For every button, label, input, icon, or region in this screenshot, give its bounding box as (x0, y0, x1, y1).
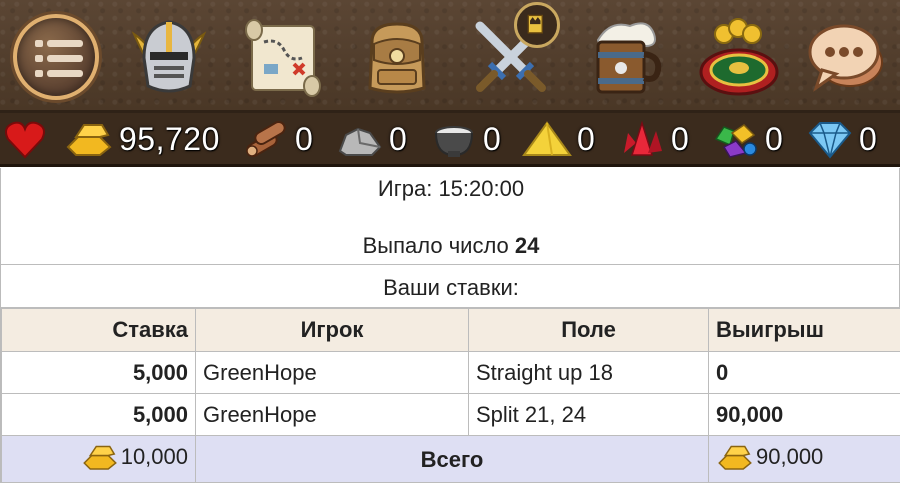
game-time: Игра: 15:20:00 (377, 176, 525, 201)
red-crystal-icon (624, 120, 662, 156)
crown-banner-icon[interactable] (514, 2, 560, 48)
header-player: Игрок (195, 308, 469, 352)
table-total-row: 10,000 Всего 90,000 (1, 435, 900, 484)
table-row: 5,000 GreenHope Split 21, 24 90,000 (1, 393, 900, 436)
stone-icon (338, 127, 382, 156)
row-stake: 5,000 (132, 359, 188, 385)
resource-crystal: 0 (618, 119, 689, 159)
wood-logs-icon (246, 121, 286, 157)
sulfur-pile-icon (522, 121, 572, 156)
health-heart-icon (4, 119, 46, 159)
cauldron-icon (435, 126, 473, 157)
bets-title: Ваши ставки: (383, 275, 519, 300)
tavern-mug-icon[interactable] (580, 12, 670, 102)
gold-bars-icon (66, 124, 112, 156)
diamonds-amount: 0 (859, 120, 878, 157)
chat-bubble-icon[interactable] (802, 12, 892, 102)
row-field: Split 21, 24 (468, 393, 709, 436)
result-line: Выпало число 24 (1, 233, 900, 259)
resource-gems: 0 (712, 119, 783, 159)
diamond-icon (808, 122, 852, 159)
backpack-icon[interactable] (352, 12, 442, 102)
table-row: 5,000 GreenHope Straight up 18 0 (1, 351, 900, 394)
header-stake: Ставка (1, 308, 196, 352)
roulette-results-panel: Игра: 15:20:00 Выпало число 24 Ваши став… (0, 168, 900, 495)
wood-amount: 0 (295, 120, 314, 157)
row-stake: 5,000 (132, 401, 188, 427)
row-field: Straight up 18 (468, 351, 709, 394)
sulfur-amount: 0 (577, 120, 596, 157)
table-header-row: Ставка Игрок Поле Выигрыш (1, 308, 900, 352)
roulette-icon[interactable] (694, 12, 784, 102)
knight-helmet-icon[interactable] (124, 12, 214, 102)
resource-stone: 0 (336, 119, 407, 159)
gems-icon (714, 124, 757, 158)
gold-amount: 95,720 (119, 120, 220, 157)
menu-icon[interactable] (13, 14, 99, 100)
total-win: 90,000 (756, 443, 824, 469)
gems-amount: 0 (765, 120, 784, 157)
iron-amount: 0 (483, 120, 502, 157)
result-label: Выпало число (362, 233, 509, 258)
row-player[interactable]: GreenHope (195, 351, 469, 394)
bottom-strip (0, 482, 900, 495)
total-label: Всего (195, 435, 709, 484)
row-player[interactable]: GreenHope (195, 393, 469, 436)
crystal-amount: 0 (671, 120, 690, 157)
header-field: Поле (468, 308, 709, 352)
row-win: 90,000 (716, 401, 784, 427)
resources-bar: 95,720 0 0 0 0 0 0 0 (0, 113, 900, 167)
treasure-map-icon[interactable] (238, 12, 328, 102)
main-navigation-bar (0, 0, 900, 113)
resource-wood: 0 (242, 119, 313, 159)
divider (1, 264, 900, 265)
bets-table: Ставка Игрок Поле Выигрыш 5,000 GreenHop… (1, 308, 900, 484)
resource-iron: 0 (430, 119, 501, 159)
resource-sulfur: 0 (522, 119, 595, 159)
result-number: 24 (514, 233, 540, 258)
gold-bars-icon (718, 445, 752, 470)
gold-bars-icon (82, 445, 117, 470)
total-stake: 10,000 (120, 443, 188, 469)
header-win: Выигрыш (708, 308, 900, 352)
resource-gold: 95,720 (64, 119, 220, 159)
stone-amount: 0 (389, 120, 408, 157)
row-win: 0 (716, 359, 729, 385)
resource-diamonds: 0 (806, 119, 877, 159)
